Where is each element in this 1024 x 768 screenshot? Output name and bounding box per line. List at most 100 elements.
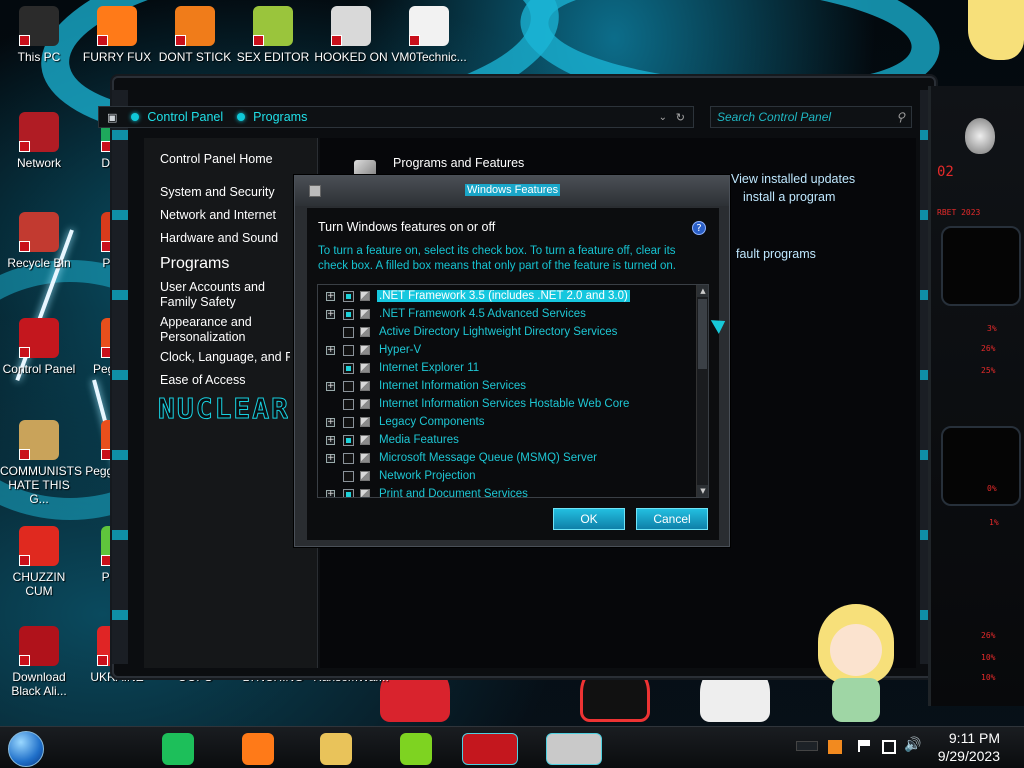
feature-label[interactable]: Internet Information Services xyxy=(377,380,528,392)
clock-time[interactable]: 9:11 PM xyxy=(949,730,1000,746)
firefox-icon[interactable] xyxy=(242,733,274,765)
feature-row[interactable]: + Hyper-V xyxy=(318,341,696,359)
chevron-down-icon[interactable]: ⌄ xyxy=(659,112,667,123)
scroll-down-icon[interactable]: ▼ xyxy=(697,485,708,497)
desktop-icon[interactable]: FURRY FUX xyxy=(78,6,156,64)
help-icon[interactable]: ? xyxy=(692,221,706,235)
feature-label[interactable]: Microsoft Message Queue (MSMQ) Server xyxy=(377,452,599,464)
feature-checkbox[interactable] xyxy=(343,416,354,428)
desktop-icon[interactable]: DONT STICK xyxy=(156,6,234,64)
feature-row[interactable]: + Print and Document Services xyxy=(318,485,696,497)
feature-checkbox[interactable] xyxy=(343,344,354,356)
feature-checkbox[interactable] xyxy=(343,398,354,410)
lime-app-icon[interactable] xyxy=(400,733,432,765)
app-tray-icon[interactable] xyxy=(828,740,842,754)
address-bar[interactable]: ▣ Control Panel Programs ⌄ ↻ xyxy=(98,106,694,128)
flag-icon[interactable] xyxy=(858,740,870,752)
feature-row[interactable]: Internet Explorer 11 xyxy=(318,359,696,377)
feature-checkbox[interactable] xyxy=(343,470,354,482)
clock-date[interactable]: 9/29/2023 xyxy=(938,748,1000,764)
ok-button[interactable]: OK xyxy=(553,508,625,530)
search-input[interactable]: Search Control Panel ⚲ xyxy=(710,106,912,128)
feature-label[interactable]: Internet Explorer 11 xyxy=(377,362,481,374)
expand-plus-icon[interactable]: + xyxy=(326,309,335,319)
breadcrumb-control-panel[interactable]: Control Panel xyxy=(131,110,223,124)
feature-checkbox[interactable] xyxy=(343,380,354,392)
feature-label[interactable]: Print and Document Services xyxy=(377,488,530,497)
breadcrumb-programs[interactable]: Programs xyxy=(237,110,307,124)
show-hidden-icons[interactable] xyxy=(796,741,818,751)
feature-row[interactable]: + .NET Framework 4.5 Advanced Services xyxy=(318,305,696,323)
feature-row[interactable]: + Media Features xyxy=(318,431,696,449)
expand-plus-icon[interactable]: + xyxy=(326,435,335,445)
feature-checkbox[interactable] xyxy=(343,434,354,446)
feature-row[interactable]: + .NET Framework 3.5 (includes .NET 2.0 a… xyxy=(318,287,696,305)
file-explorer-icon[interactable] xyxy=(320,733,352,765)
feature-checkbox[interactable] xyxy=(343,326,354,338)
expand-plus-icon[interactable]: + xyxy=(326,345,335,355)
windows-features-dialog[interactable]: Windows Features Turn Windows features o… xyxy=(294,175,730,547)
expand-plus-icon[interactable]: + xyxy=(326,417,335,427)
control-panel-task-icon[interactable] xyxy=(462,733,518,765)
volume-icon[interactable]: 🔊 xyxy=(904,737,921,753)
install-program-link[interactable]: install a program xyxy=(743,190,835,204)
dialog-titlebar[interactable]: Windows Features xyxy=(295,176,729,206)
desktop-icon[interactable]: COMMUNISTS HATE THIS G... xyxy=(0,420,82,506)
feature-checkbox[interactable] xyxy=(343,488,354,497)
feature-label[interactable]: Active Directory Lightweight Directory S… xyxy=(377,326,619,338)
feature-label[interactable]: Media Features xyxy=(377,434,461,446)
desktop-icon[interactable]: Download Black Ali... xyxy=(0,626,78,698)
desktop-icon[interactable]: SEX EDITOR xyxy=(234,6,312,64)
scroll-up-icon[interactable]: ▲ xyxy=(697,285,708,297)
gadget-line: RBET 2023 xyxy=(937,208,981,217)
features-tree[interactable]: + .NET Framework 3.5 (includes .NET 2.0 a… xyxy=(317,284,709,498)
nav-link-user-accounts[interactable]: User Accounts and Family Safety xyxy=(160,280,290,310)
desktop-icon[interactable]: Control Panel xyxy=(0,318,78,376)
windows-features-task-icon[interactable] xyxy=(546,733,602,765)
feature-row[interactable]: Active Directory Lightweight Directory S… xyxy=(318,323,696,341)
feature-checkbox[interactable] xyxy=(343,362,354,374)
refresh-icon[interactable]: ↻ xyxy=(676,111,685,124)
cancel-button[interactable]: Cancel xyxy=(636,508,708,530)
scroll-thumb[interactable] xyxy=(698,299,707,369)
desktop-icon[interactable]: Network xyxy=(0,112,78,170)
expand-plus-icon[interactable]: + xyxy=(326,489,335,497)
programs-features-heading[interactable]: Programs and Features xyxy=(393,156,524,170)
nav-link-clock-language[interactable]: Clock, Language, and Region xyxy=(160,350,290,365)
feature-label[interactable]: .NET Framework 3.5 (includes .NET 2.0 an… xyxy=(377,290,630,302)
view-installed-updates-link[interactable]: View installed updates xyxy=(731,172,855,186)
breadcrumb-label[interactable]: Programs xyxy=(253,110,307,124)
feature-label[interactable]: Legacy Components xyxy=(377,416,486,428)
feature-checkbox[interactable] xyxy=(343,452,354,464)
feature-row[interactable]: Network Projection xyxy=(318,467,696,485)
desktop-icon[interactable]: HOOKED ON xyxy=(312,6,390,64)
expand-plus-icon[interactable]: + xyxy=(326,381,335,391)
nav-link-home[interactable]: Control Panel Home xyxy=(160,152,320,167)
search-icon[interactable]: ⚲ xyxy=(896,110,905,124)
expand-plus-icon[interactable]: + xyxy=(326,291,335,301)
dialog-title: Windows Features xyxy=(465,184,561,196)
nav-link-appearance[interactable]: Appearance and Personalization xyxy=(160,315,270,345)
feature-label[interactable]: Internet Information Services Hostable W… xyxy=(377,398,631,410)
notes-app-icon[interactable] xyxy=(162,733,194,765)
network-icon[interactable] xyxy=(882,740,896,754)
breadcrumb-label[interactable]: Control Panel xyxy=(147,110,223,124)
desktop-icon[interactable]: CHUZZIN CUM xyxy=(0,526,78,598)
feature-label[interactable]: Hyper-V xyxy=(377,344,423,356)
start-button[interactable] xyxy=(8,731,44,767)
feature-checkbox[interactable] xyxy=(343,308,354,320)
expand-plus-icon[interactable]: + xyxy=(326,453,335,463)
desktop-icon[interactable]: This PC xyxy=(0,6,78,64)
feature-row[interactable]: + Microsoft Message Queue (MSMQ) Server xyxy=(318,449,696,467)
feature-label[interactable]: .NET Framework 4.5 Advanced Services xyxy=(377,308,588,320)
default-programs-link[interactable]: fault programs xyxy=(736,247,816,261)
feature-row[interactable]: Internet Information Services Hostable W… xyxy=(318,395,696,413)
desktop-icon-label: Recycle Bin xyxy=(7,256,71,270)
desktop-icon[interactable]: VM0Technic... xyxy=(390,6,468,64)
feature-row[interactable]: + Legacy Components xyxy=(318,413,696,431)
feature-label[interactable]: Network Projection xyxy=(377,470,478,482)
desktop-icon[interactable]: Recycle Bin xyxy=(0,212,78,270)
tree-scrollbar[interactable]: ▲ ▼ xyxy=(696,285,708,497)
feature-checkbox[interactable] xyxy=(343,290,354,302)
feature-row[interactable]: + Internet Information Services xyxy=(318,377,696,395)
